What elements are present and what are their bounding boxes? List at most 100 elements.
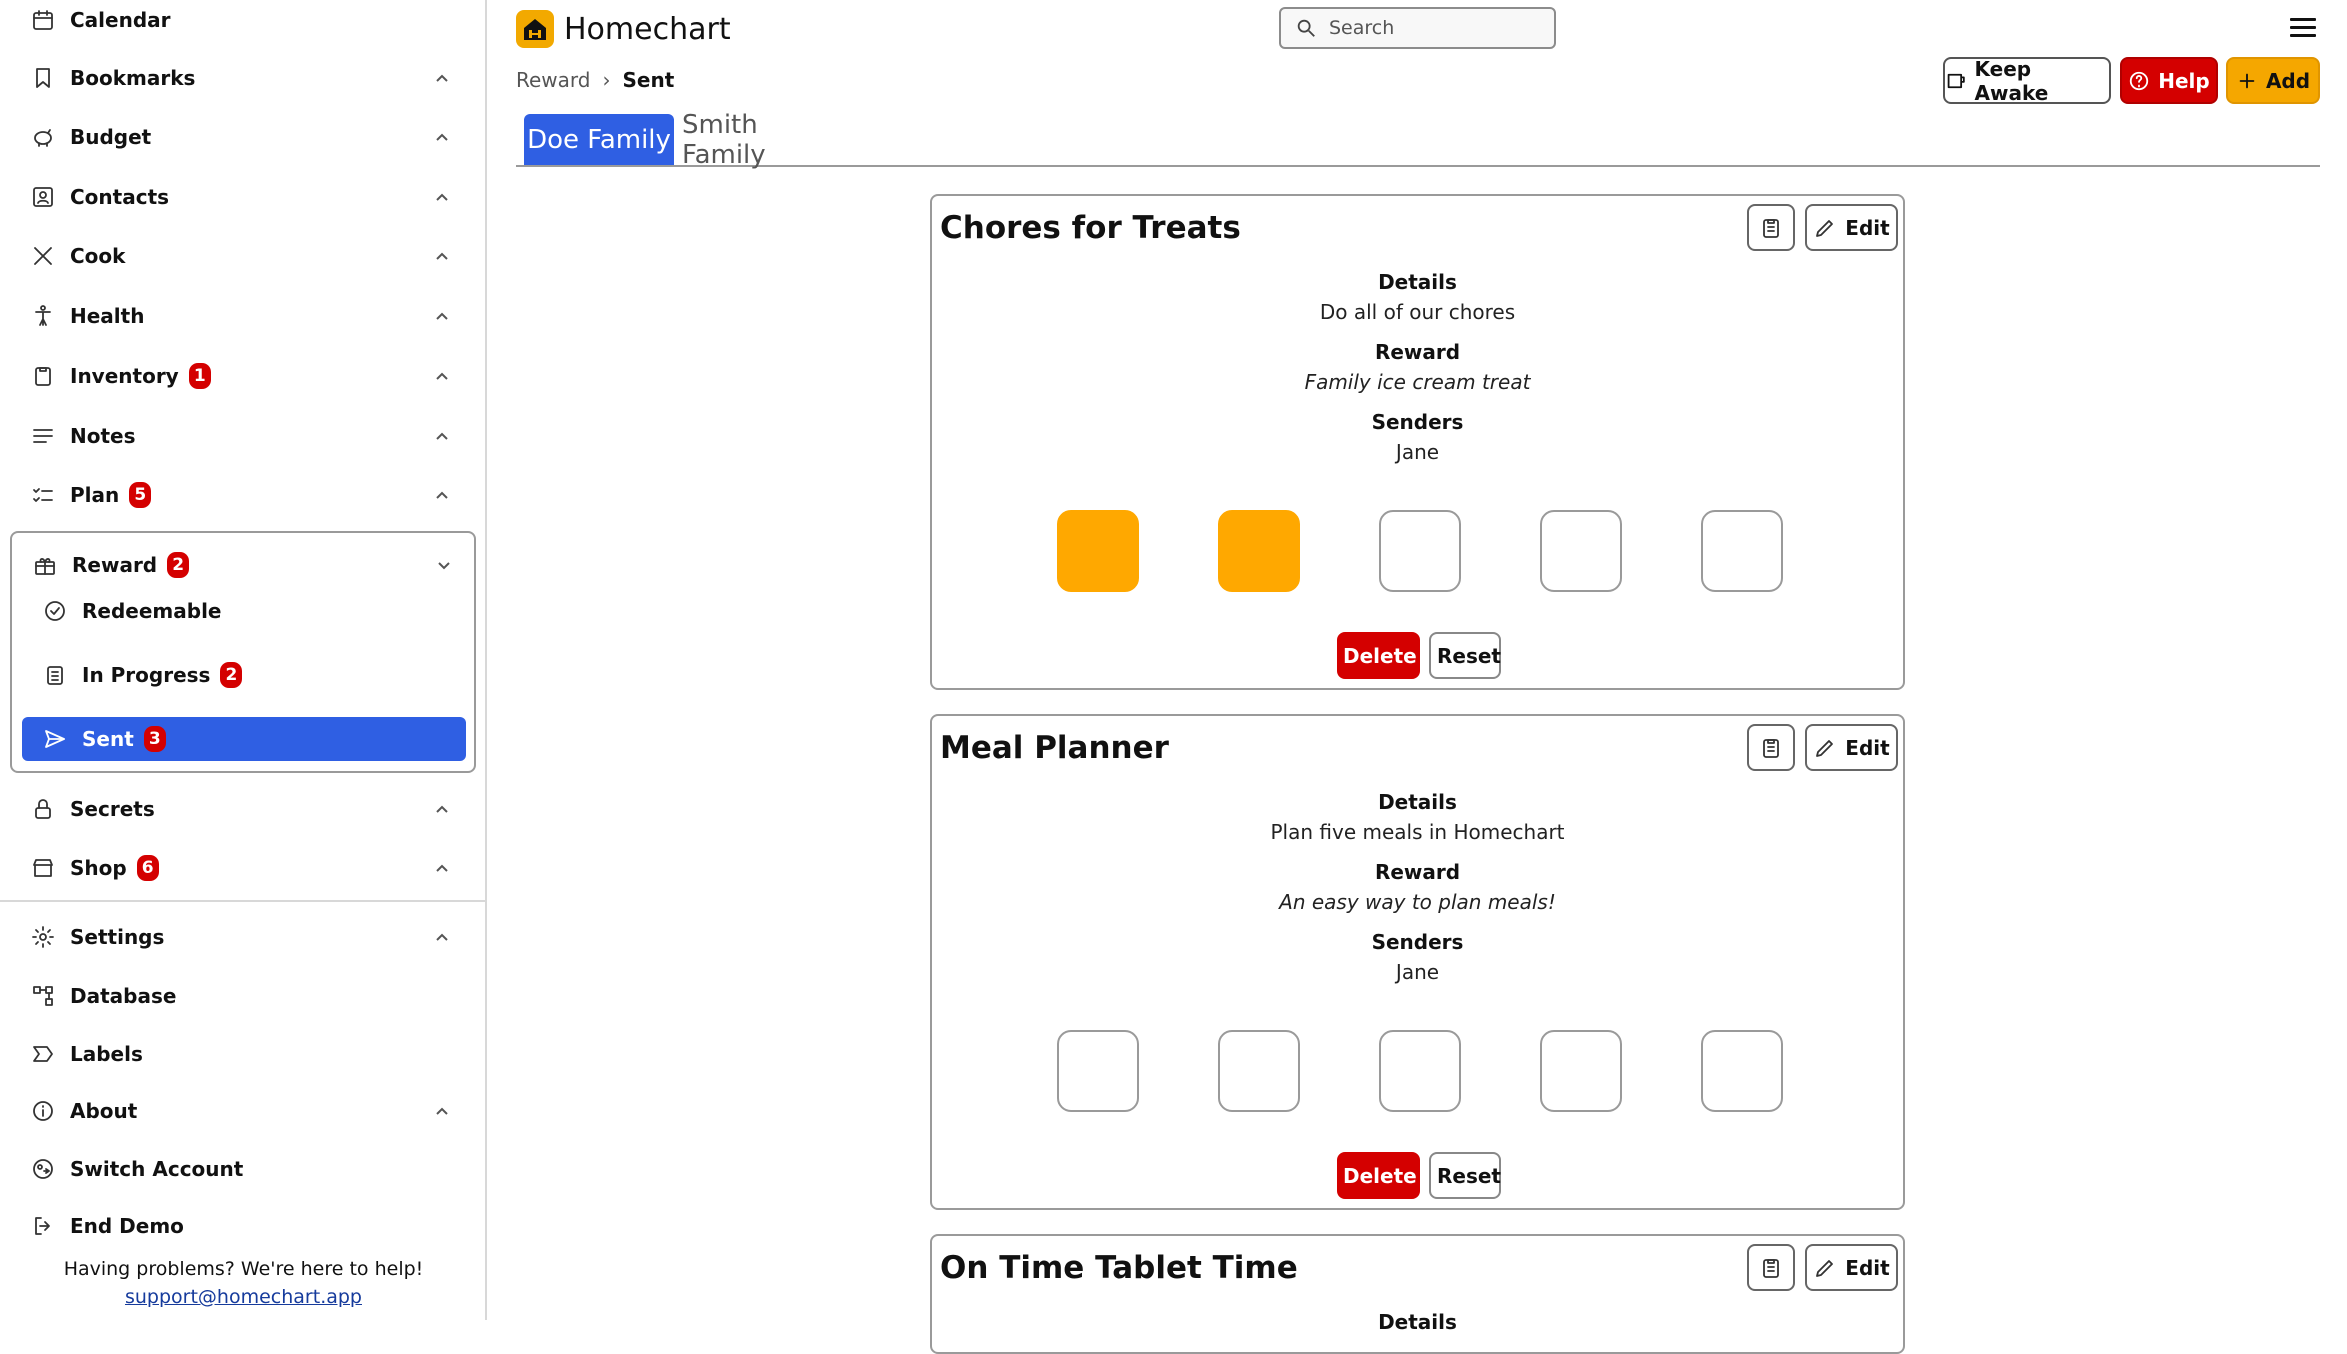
sidebar-item-calendar[interactable]: Calendar	[30, 0, 460, 40]
copy-button[interactable]	[1747, 204, 1795, 251]
sidebar-item-about[interactable]: About	[30, 1091, 460, 1131]
sidebar-item-health[interactable]: Health	[30, 296, 460, 336]
chevron-up-icon[interactable]	[432, 187, 452, 207]
stamp-box[interactable]	[1218, 1030, 1300, 1112]
reward-group: Reward 2 Redeemable In Progress 2 Sent 3	[10, 531, 476, 773]
app-brand[interactable]: Homechart	[516, 10, 731, 48]
senders-label: Senders	[1371, 410, 1464, 434]
sidebar-item-bookmarks[interactable]: Bookmarks	[30, 58, 460, 98]
copy-button[interactable]	[1747, 724, 1795, 771]
pencil-icon	[1816, 1259, 1834, 1277]
sidebar-item-labels[interactable]: Labels	[30, 1034, 460, 1074]
count-badge: 3	[143, 726, 166, 752]
chevron-up-icon[interactable]	[432, 426, 452, 446]
sidebar-item-shop[interactable]: Shop 6	[30, 848, 460, 888]
edit-label: Edit	[1845, 215, 1890, 240]
sidebar-subitem-label: Sent	[82, 727, 134, 751]
edit-button[interactable]: Edit	[1805, 724, 1898, 771]
chevron-up-icon[interactable]	[432, 366, 452, 386]
bookmark-icon	[30, 65, 56, 91]
stamp-row	[932, 1030, 1903, 1114]
logout-icon	[30, 1213, 56, 1239]
sidebar-item-budget[interactable]: Budget	[30, 117, 460, 157]
sidebar-subitem-in-progress[interactable]: In Progress 2	[22, 653, 466, 697]
stamp-row	[932, 510, 1903, 594]
reset-button[interactable]: Reset	[1429, 1152, 1501, 1199]
breadcrumb-current: Sent	[622, 68, 675, 92]
details-field: Details Do all of our chores	[932, 270, 1903, 324]
pencil-icon	[1816, 219, 1834, 237]
support-email-link[interactable]: support@homechart.app	[0, 1286, 487, 1308]
stamp-box[interactable]	[1701, 1030, 1783, 1112]
stamp-box[interactable]	[1379, 510, 1461, 592]
keep-awake-label: Keep Awake	[1974, 56, 2049, 105]
edit-label: Edit	[1845, 735, 1890, 760]
help-text: Having problems? We're here to help!	[63, 1258, 424, 1280]
help-circle-icon	[2130, 71, 2149, 90]
chevron-up-icon[interactable]	[432, 306, 452, 326]
add-button[interactable]: Add	[2226, 57, 2320, 104]
sidebar-item-cook[interactable]: Cook	[30, 236, 460, 276]
sidebar-item-reward[interactable]: Reward 2	[32, 545, 462, 585]
database-icon	[30, 983, 56, 1009]
search-input[interactable]	[1327, 16, 1531, 40]
chevron-down-icon[interactable]	[434, 555, 454, 575]
stamp-box[interactable]	[1379, 1030, 1461, 1112]
count-badge: 6	[136, 855, 159, 881]
edit-button[interactable]: Edit	[1805, 1244, 1898, 1291]
card-title: Meal Planner	[940, 730, 1169, 766]
hamburger-menu-icon[interactable]	[2290, 18, 2316, 40]
copy-button[interactable]	[1747, 1244, 1795, 1291]
chevron-up-icon[interactable]	[432, 1101, 452, 1121]
senders-field: Senders Jane	[932, 930, 1903, 984]
count-badge: 2	[167, 552, 190, 578]
sidebar-item-secrets[interactable]: Secrets	[30, 789, 460, 829]
sidebar-item-notes[interactable]: Notes	[30, 416, 460, 456]
clipboard-icon	[30, 363, 56, 389]
chevron-up-icon[interactable]	[432, 68, 452, 88]
edit-button[interactable]: Edit	[1805, 204, 1898, 251]
sidebar-subitem-redeemable[interactable]: Redeemable	[22, 589, 466, 633]
stamp-box-filled[interactable]	[1057, 510, 1139, 592]
stamp-box[interactable]	[1540, 510, 1622, 592]
card-title: Chores for Treats	[940, 210, 1241, 246]
reset-button[interactable]: Reset	[1429, 632, 1501, 679]
keep-awake-button[interactable]: Keep Awake	[1943, 56, 2111, 105]
sidebar-item-plan[interactable]: Plan 5	[30, 475, 460, 515]
chevron-up-icon[interactable]	[432, 127, 452, 147]
tab-doe-family[interactable]: Doe Family	[524, 114, 674, 165]
sidebar-item-label: Notes	[70, 424, 136, 448]
sidebar-subitem-sent[interactable]: Sent 3	[22, 717, 466, 761]
delete-button[interactable]: Delete	[1337, 632, 1420, 679]
stamp-box[interactable]	[1057, 1030, 1139, 1112]
sidebar-item-end-demo[interactable]: End Demo	[30, 1206, 460, 1246]
calendar-icon	[30, 7, 56, 33]
reward-value: An easy way to plan meals!	[1279, 890, 1556, 914]
delete-button[interactable]: Delete	[1337, 1152, 1420, 1199]
chevron-up-icon[interactable]	[432, 927, 452, 947]
help-button[interactable]: Help	[2120, 57, 2218, 104]
sidebar-item-label: Settings	[70, 925, 165, 949]
person-icon	[30, 303, 56, 329]
breadcrumb-parent[interactable]: Reward	[516, 68, 590, 92]
tab-smith-family[interactable]: Smith Family	[682, 110, 847, 170]
sidebar-item-contacts[interactable]: Contacts	[30, 177, 460, 217]
sidebar-item-database[interactable]: Database	[30, 976, 460, 1016]
breadcrumb: Reward › Sent	[516, 68, 674, 92]
stamp-box[interactable]	[1701, 510, 1783, 592]
sidebar-item-switch-account[interactable]: Switch Account	[30, 1149, 460, 1189]
chevron-up-icon[interactable]	[432, 485, 452, 505]
card-title: On Time Tablet Time	[940, 1250, 1298, 1286]
chevron-up-icon[interactable]	[432, 246, 452, 266]
sidebar-item-settings[interactable]: Settings	[30, 917, 460, 957]
senders-label: Senders	[1371, 930, 1464, 954]
senders-value: Jane	[1395, 960, 1440, 984]
sidebar-item-inventory[interactable]: Inventory 1	[30, 356, 460, 396]
chevron-up-icon[interactable]	[432, 799, 452, 819]
stamp-box[interactable]	[1540, 1030, 1622, 1112]
sidebar-item-label: Secrets	[70, 797, 155, 821]
homechart-logo-icon	[516, 10, 554, 48]
stamp-box-filled[interactable]	[1218, 510, 1300, 592]
search-bar[interactable]	[1279, 7, 1556, 49]
chevron-up-icon[interactable]	[432, 858, 452, 878]
